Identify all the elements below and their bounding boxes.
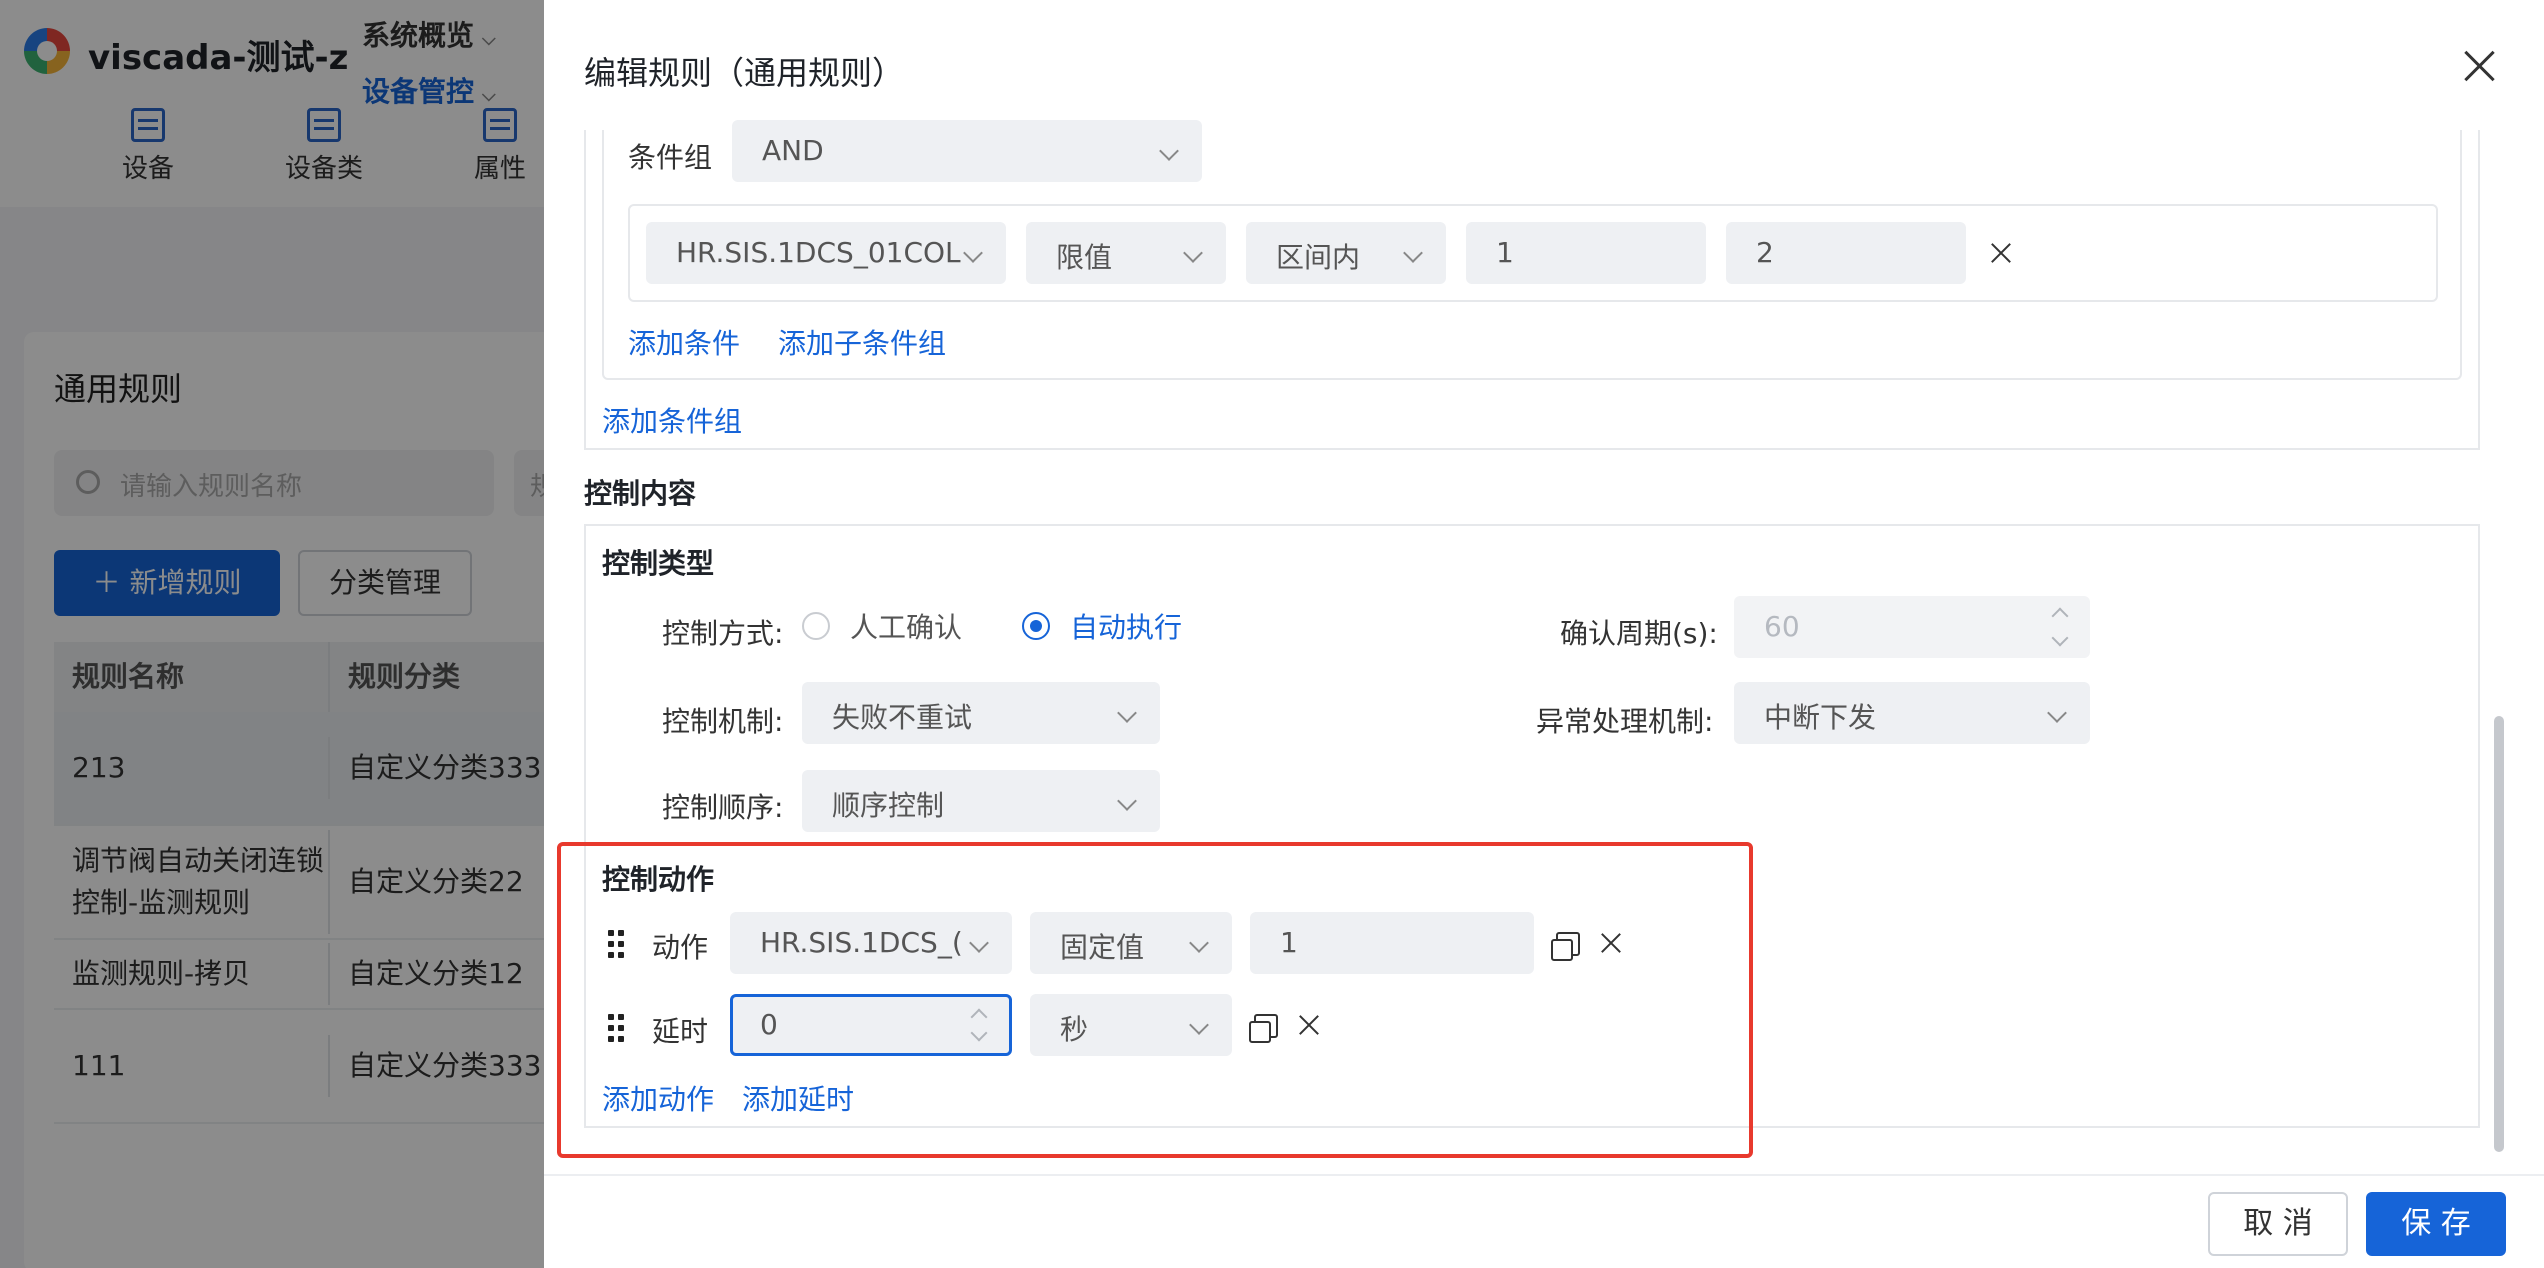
control-order-select[interactable]: 顺序控制: [802, 770, 1160, 832]
cancel-button[interactable]: 取 消: [2208, 1192, 2348, 1256]
spin-down-icon: [2051, 629, 2069, 647]
condition-min-input[interactable]: 1: [1466, 222, 1706, 284]
drawer-footer: 取 消 保 存: [544, 1174, 2544, 1268]
control-type-heading: 控制类型: [602, 547, 715, 580]
remove-condition-icon[interactable]: [1988, 240, 2014, 266]
condition-compare-select[interactable]: 区间内: [1246, 222, 1446, 284]
chevron-down-icon: [963, 243, 983, 263]
chevron-down-icon: [1117, 703, 1137, 723]
radio-manual-confirm-label[interactable]: 人工确认: [850, 606, 962, 646]
chevron-down-icon: [1183, 243, 1203, 263]
control-order-label: 控制顺序:: [662, 791, 784, 824]
chevron-down-icon: [1117, 791, 1137, 811]
chevron-down-icon: [1403, 243, 1423, 263]
confirm-period-input[interactable]: 60: [1734, 596, 2090, 658]
control-content-heading: 控制内容: [584, 477, 697, 510]
save-button[interactable]: 保 存: [2366, 1192, 2506, 1256]
highlight-annotation: [557, 842, 1753, 1158]
condition-max-input[interactable]: 2: [1726, 222, 1966, 284]
confirm-period-label: 确认周期(s):: [1560, 617, 1718, 650]
radio-manual-confirm[interactable]: [802, 612, 830, 640]
exception-handling-label: 异常处理机制:: [1536, 705, 1714, 738]
chevron-down-icon: [2047, 703, 2067, 723]
radio-auto-execute-label[interactable]: 自动执行: [1070, 606, 1182, 646]
add-condition-group-link[interactable]: 添加条件组: [602, 400, 742, 440]
close-icon[interactable]: [2460, 46, 2500, 86]
drawer-title: 编辑规则（通用规则）: [584, 54, 905, 92]
control-mechanism-label: 控制机制:: [662, 705, 784, 738]
add-sub-group-link[interactable]: 添加子条件组: [778, 322, 946, 362]
condition-tag-select[interactable]: HR.SIS.1DCS_01COL: [646, 222, 1006, 284]
scrollbar[interactable]: [2494, 716, 2504, 1152]
control-mode-label: 控制方式:: [662, 617, 784, 650]
add-condition-link[interactable]: 添加条件: [628, 322, 740, 362]
condition-type-select[interactable]: 限值: [1026, 222, 1226, 284]
condition-group-label: 条件组: [628, 141, 713, 174]
radio-auto-execute[interactable]: [1022, 612, 1050, 640]
control-mechanism-select[interactable]: 失败不重试: [802, 682, 1160, 744]
condition-operator-select[interactable]: AND: [732, 120, 1202, 182]
exception-handling-select[interactable]: 中断下发: [1734, 682, 2090, 744]
chevron-down-icon: [1159, 141, 1179, 161]
spin-up-icon: [2051, 607, 2069, 625]
